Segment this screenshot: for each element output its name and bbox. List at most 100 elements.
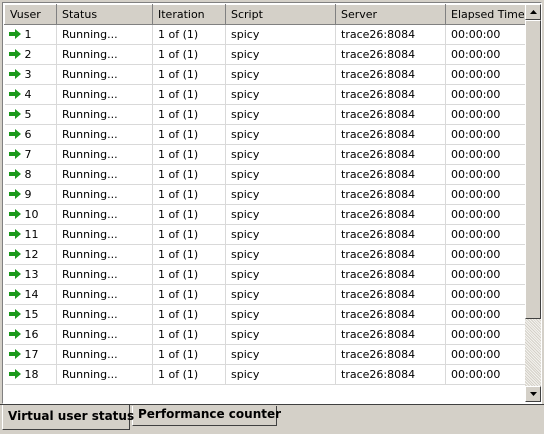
- table-row[interactable]: 10 Running... 1 of (1) spicy trace26:8084 00:…: [4, 204, 525, 225]
- vertical-scrollbar[interactable]: [525, 4, 541, 402]
- table-row[interactable]: 17 Running... 1 of (1) spicy trace26:8084 00:…: [4, 344, 525, 365]
- table-row[interactable]: 2 Running... 1 of (1) spicy trace26:8084 00:0…: [4, 44, 525, 65]
- cell-iteration: 1 of (1): [152, 364, 226, 385]
- vuser-id: 5: [24, 108, 32, 121]
- cell-iteration: 1 of (1): [152, 264, 226, 285]
- cell-status: Running...: [56, 104, 153, 125]
- cell-vuser: 2: [4, 44, 57, 65]
- cell-vuser: 13: [4, 264, 57, 285]
- scroll-thumb[interactable]: [525, 20, 541, 319]
- green-arrow-right-icon: [8, 129, 21, 139]
- cell-iteration: 1 of (1): [152, 104, 226, 125]
- cell-script: spicy: [225, 224, 336, 245]
- cell-status: Running...: [56, 124, 153, 145]
- header-row: Vuser Status Iteration Script Server Ela…: [4, 4, 525, 25]
- cell-script: spicy: [225, 204, 336, 225]
- cell-script: spicy: [225, 344, 336, 365]
- table-row[interactable]: 7 Running... 1 of (1) spicy trace26:8084 00:0…: [4, 144, 525, 165]
- cell-status: Running...: [56, 64, 153, 85]
- cell-iteration: 1 of (1): [152, 244, 226, 265]
- column-header-elapsed-time[interactable]: Elapsed Time: [445, 4, 525, 25]
- column-header-script[interactable]: Script: [225, 4, 336, 25]
- table-row[interactable]: 14 Running... 1 of (1) spicy trace26:8084 00:…: [4, 284, 525, 305]
- cell-server: trace26:8084: [335, 164, 446, 185]
- cell-server: trace26:8084: [335, 264, 446, 285]
- cell-status: Running...: [56, 324, 153, 345]
- scroll-up-button[interactable]: [525, 4, 541, 20]
- green-arrow-right-icon: [8, 189, 21, 199]
- grid-body: 1 Running... 1 of (1) spicy trace26:8084 00:0…: [4, 24, 525, 385]
- green-arrow-right-icon: [8, 89, 21, 99]
- cell-vuser: 4: [4, 84, 57, 105]
- table-row[interactable]: 16 Running... 1 of (1) spicy trace26:8084 00:…: [4, 324, 525, 345]
- cell-iteration: 1 of (1): [152, 324, 226, 345]
- cell-script: spicy: [225, 124, 336, 145]
- vuser-id: 18: [24, 368, 39, 381]
- cell-iteration: 1 of (1): [152, 24, 226, 45]
- cell-server: trace26:8084: [335, 344, 446, 365]
- table-row[interactable]: 18 Running... 1 of (1) spicy trace26:8084 00:…: [4, 364, 525, 385]
- cell-elapsed-time: 00:00:00: [445, 124, 525, 145]
- cell-iteration: 1 of (1): [152, 304, 226, 325]
- tab-performance-counter[interactable]: Performance counter: [132, 406, 281, 426]
- cell-iteration: 1 of (1): [152, 284, 226, 305]
- cell-status: Running...: [56, 344, 153, 365]
- table-row[interactable]: 8 Running... 1 of (1) spicy trace26:8084 00:0…: [4, 164, 525, 185]
- cell-vuser: 8: [4, 164, 57, 185]
- cell-elapsed-time: 00:00:00: [445, 324, 525, 345]
- table-row[interactable]: 3 Running... 1 of (1) spicy trace26:8084 00:0…: [4, 64, 525, 85]
- column-header-iteration[interactable]: Iteration: [152, 4, 226, 25]
- cell-elapsed-time: 00:00:00: [445, 264, 525, 285]
- table-row[interactable]: 5 Running... 1 of (1) spicy trace26:8084 00:0…: [4, 104, 525, 125]
- cell-server: trace26:8084: [335, 64, 446, 85]
- table-row[interactable]: 6 Running... 1 of (1) spicy trace26:8084 00:0…: [4, 124, 525, 145]
- cell-iteration: 1 of (1): [152, 144, 226, 165]
- cell-script: spicy: [225, 364, 336, 385]
- scroll-down-button[interactable]: [525, 386, 541, 402]
- cell-server: trace26:8084: [335, 304, 446, 325]
- cell-elapsed-time: 00:00:00: [445, 144, 525, 165]
- green-arrow-right-icon: [8, 149, 21, 159]
- green-arrow-right-icon: [8, 269, 21, 279]
- cell-vuser: 10: [4, 204, 57, 225]
- column-header-vuser[interactable]: Vuser: [4, 4, 57, 25]
- cell-script: spicy: [225, 64, 336, 85]
- cell-status: Running...: [56, 304, 153, 325]
- table-row[interactable]: 9 Running... 1 of (1) spicy trace26:8084 00:0…: [4, 184, 525, 205]
- green-arrow-right-icon: [8, 369, 21, 379]
- table-row[interactable]: 11 Running... 1 of (1) spicy trace26:8084 00:…: [4, 224, 525, 245]
- table-row[interactable]: 1 Running... 1 of (1) spicy trace26:8084 00:0…: [4, 24, 525, 45]
- green-arrow-right-icon: [8, 249, 21, 259]
- table-row[interactable]: 13 Running... 1 of (1) spicy trace26:8084 00:…: [4, 264, 525, 285]
- green-arrow-right-icon: [8, 329, 21, 339]
- arrow-down-icon: [530, 392, 537, 396]
- table-row[interactable]: 12 Running... 1 of (1) spicy trace26:8084 00:…: [4, 244, 525, 265]
- vuser-id: 1: [24, 28, 32, 41]
- cell-elapsed-time: 00:00:00: [445, 64, 525, 85]
- cell-script: spicy: [225, 164, 336, 185]
- arrow-up-icon: [530, 10, 537, 14]
- cell-iteration: 1 of (1): [152, 44, 226, 65]
- cell-vuser: 15: [4, 304, 57, 325]
- cell-status: Running...: [56, 84, 153, 105]
- green-arrow-right-icon: [8, 349, 21, 359]
- cell-status: Running...: [56, 224, 153, 245]
- cell-script: spicy: [225, 324, 336, 345]
- table-row[interactable]: 4 Running... 1 of (1) spicy trace26:8084 00:0…: [4, 84, 525, 105]
- green-arrow-right-icon: [8, 49, 21, 59]
- cell-vuser: 1: [4, 24, 57, 45]
- tab-virtual-user-status[interactable]: Virtual user status: [2, 405, 134, 430]
- column-header-server[interactable]: Server: [335, 4, 446, 25]
- cell-status: Running...: [56, 284, 153, 305]
- table-row[interactable]: 15 Running... 1 of (1) spicy trace26:8084 00:…: [4, 304, 525, 325]
- column-header-status[interactable]: Status: [56, 4, 153, 25]
- cell-iteration: 1 of (1): [152, 224, 226, 245]
- vuser-id: 16: [24, 328, 39, 341]
- cell-server: trace26:8084: [335, 84, 446, 105]
- cell-server: trace26:8084: [335, 144, 446, 165]
- cell-elapsed-time: 00:00:00: [445, 244, 525, 265]
- cell-elapsed-time: 00:00:00: [445, 184, 525, 205]
- cell-script: spicy: [225, 104, 336, 125]
- cell-vuser: 12: [4, 244, 57, 265]
- vuser-grid: Vuser Status Iteration Script Server Ela…: [4, 4, 525, 402]
